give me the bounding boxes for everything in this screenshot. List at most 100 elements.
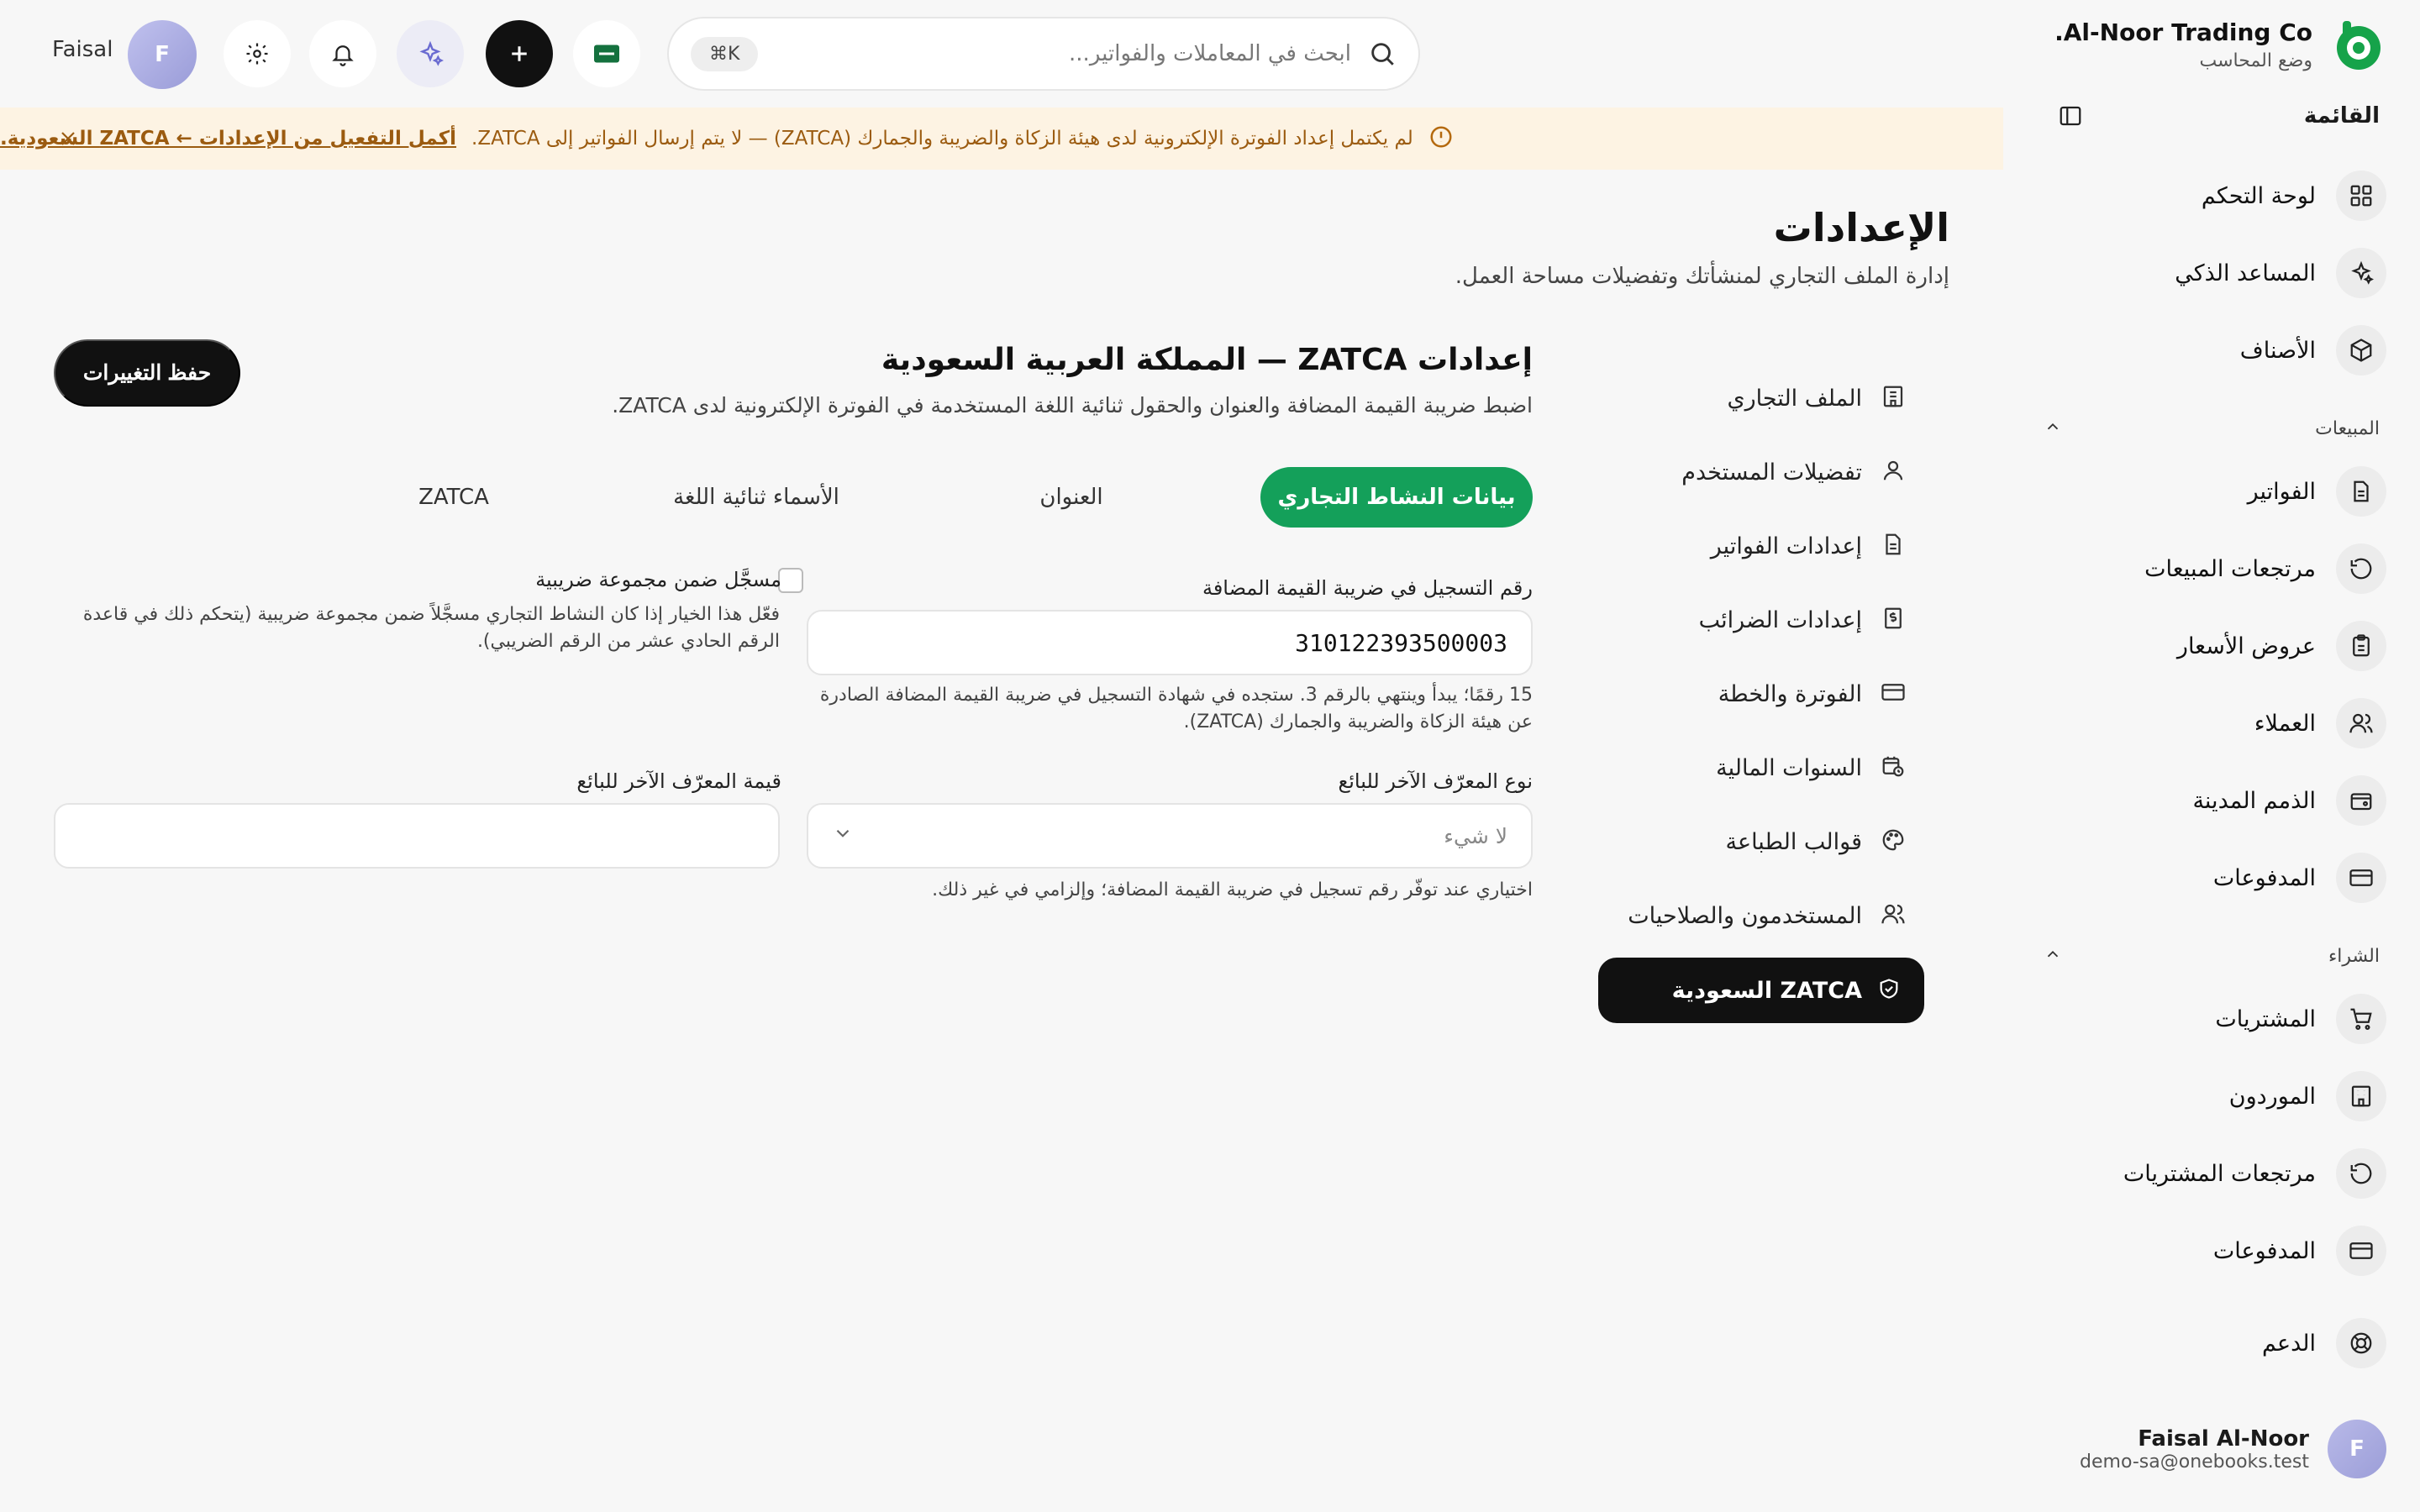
gear-icon [246, 43, 268, 65]
settings-nav-users-permissions[interactable]: المستخدمون والصلاحيات [1628, 882, 1906, 949]
tax-group-label: مسجَّل ضمن مجموعة ضريبية [535, 568, 781, 591]
tab-business-info[interactable]: بيانات النشاط التجاري [1260, 467, 1533, 528]
settings-nav-fiscal-years[interactable]: السنوات المالية [1716, 734, 1906, 801]
settings-nav-billing-plan[interactable]: الفوترة والخطة [1718, 660, 1906, 727]
sidebar-item-label: العملاء [2254, 710, 2316, 737]
user-icon [1881, 458, 1906, 486]
other-id-value-input[interactable] [54, 803, 780, 869]
sidebar-item-label: الفواتير [2247, 478, 2316, 505]
settings-button[interactable] [224, 20, 291, 87]
sparkles-icon [419, 40, 444, 66]
company-mode: وضع المحاسب [2199, 50, 2312, 71]
banknote-icon [594, 45, 619, 63]
sales-section-header[interactable]: المبيعات [2044, 412, 2380, 445]
save-changes-button[interactable]: حفظ التغييرات [54, 339, 240, 407]
tab-bilingual-names[interactable]: الأسماء ثنائية اللغة [630, 467, 882, 528]
sales-section-label: المبيعات [2315, 417, 2380, 439]
file-text-icon [1881, 532, 1906, 560]
ai-assistant-button[interactable] [397, 20, 464, 87]
sidebar-item-support[interactable]: الدعم [2262, 1313, 2386, 1373]
sidebar-item-purchase-returns[interactable]: مرتجعات المشتريات [2123, 1143, 2386, 1204]
sidebar-item-label: المشتريات [2215, 1005, 2316, 1032]
life-buoy-icon [2336, 1318, 2386, 1368]
sidebar-item-label: الدعم [2262, 1330, 2316, 1357]
sidebar-item-ai-assistant[interactable]: المساعد الذكي [2175, 243, 2386, 303]
sidebar-item-label: لوحة التحكم [2201, 182, 2316, 209]
grid-icon [2336, 171, 2386, 221]
sidebar: Al-Noor Trading Co. وضع المحاسب القائمة … [2003, 0, 2420, 1512]
company-name: Al-Noor Trading Co. [2054, 18, 2312, 46]
box-icon [2336, 325, 2386, 375]
settings-nav-label: ZATCA السعودية [1671, 977, 1862, 1004]
search-icon [1368, 39, 1397, 68]
top-user-name: Faisal [52, 37, 113, 62]
vat-number-label: رقم التسجيل في ضريبة القيمة المضافة [1202, 576, 1533, 600]
sidebar-item-items[interactable]: الأصناف [2240, 320, 2386, 381]
sidebar-item-label: المساعد الذكي [2175, 260, 2316, 286]
tab-address[interactable]: العنوان [958, 467, 1185, 528]
users-icon [1881, 901, 1906, 930]
sidebar-item-receivables[interactable]: الذمم المدينة [2192, 770, 2386, 831]
tax-group-help: فعّل هذا الخيار إذا كان النشاط التجاري م… [82, 604, 780, 652]
sidebar-item-sales-payments[interactable]: المدفوعات [2213, 848, 2386, 908]
settings-nav-zatca[interactable]: ZATCA السعودية [1598, 958, 1924, 1023]
settings-nav-invoice-settings[interactable]: إعدادات الفواتير [1711, 512, 1906, 580]
sidebar-item-sales-returns[interactable]: مرتجعات المبيعات [2144, 538, 2386, 599]
sparkles-icon [2336, 248, 2386, 298]
sidebar-item-suppliers[interactable]: الموردون [2229, 1066, 2386, 1126]
cash-register-button[interactable] [573, 20, 640, 87]
chevron-up-icon[interactable] [2044, 417, 2062, 439]
rotate-ccw-icon [2336, 543, 2386, 594]
plus-icon [512, 46, 527, 61]
settings-nav-business-profile[interactable]: الملف التجاري [1727, 365, 1906, 432]
avatar: F [2328, 1420, 2386, 1478]
credit-card-icon [1881, 680, 1906, 708]
sidebar-item-purchase-payments[interactable]: المدفوعات [2213, 1221, 2386, 1281]
sidebar-item-purchases[interactable]: المشتريات [2215, 989, 2386, 1049]
banner-message: لم يكتمل إعداد الفوترة الإلكترونية لدى ه… [471, 128, 1413, 150]
menu-label: القائمة [2303, 103, 2380, 129]
settings-nav-tax-settings[interactable]: إعدادات الضرائب [1699, 586, 1906, 654]
create-new-button[interactable] [486, 20, 553, 87]
menu-header: القائمة [2054, 99, 2380, 133]
building-icon [2336, 1071, 2386, 1121]
settings-nav-print-templates[interactable]: قوالب الطباعة [1725, 808, 1906, 875]
clipboard-icon [2336, 621, 2386, 671]
sidebar-item-quotes[interactable]: عروض الأسعار [2177, 616, 2386, 676]
sidebar-item-label: الموردون [2228, 1083, 2316, 1110]
purchase-section-header[interactable]: الشراء [2044, 939, 2380, 973]
other-id-type-label: نوع المعرّف الآخر للبائع [1338, 769, 1533, 793]
sidebar-item-label: عروض الأسعار [2176, 633, 2316, 659]
other-id-type-value: لا شيء [1444, 823, 1507, 848]
top-avatar[interactable]: F [128, 20, 197, 89]
chevron-up-icon[interactable] [2044, 945, 2062, 967]
brand[interactable]: Al-Noor Trading Co. وضع المحاسب [2054, 17, 2386, 74]
building-icon [1881, 384, 1906, 412]
sidebar-item-dashboard[interactable]: لوحة التحكم [2202, 165, 2386, 226]
users-icon [2336, 698, 2386, 748]
notifications-button[interactable] [309, 20, 376, 87]
vat-number-input[interactable]: 310122393500003 [807, 610, 1533, 675]
panel-subtitle: اضبط ضريبة القيمة المضافة والعنوان والحق… [612, 393, 1533, 417]
search-bar[interactable]: ⌘K [667, 17, 1420, 91]
other-id-type-select[interactable]: لا شيء [807, 803, 1533, 869]
tax-group-checkbox[interactable] [778, 568, 803, 593]
sidebar-toggle-icon[interactable] [2054, 99, 2087, 133]
chevron-down-icon [832, 822, 854, 849]
sidebar-user-card[interactable]: F Faisal Al-Noor demo-sa@onebooks.test [2080, 1420, 2386, 1478]
sidebar-item-customers[interactable]: العملاء [2254, 693, 2386, 753]
sidebar-item-invoices[interactable]: الفواتير [2248, 461, 2386, 522]
sidebar-item-label: المدفوعات [2212, 864, 2316, 891]
sidebar-item-label: مرتجعات المبيعات [2144, 555, 2316, 582]
close-icon[interactable] [54, 124, 82, 153]
user-email: demo-sa@onebooks.test [2080, 1451, 2309, 1473]
other-id-value-label: قيمة المعرّف الآخر للبائع [576, 769, 781, 793]
search-shortcut-badge: ⌘K [691, 36, 759, 71]
page-title: الإعدادات [1773, 205, 1949, 250]
purchase-section-label: الشراء [2328, 945, 2380, 967]
settings-nav-user-preferences[interactable]: تفضيلات المستخدم [1681, 438, 1906, 506]
tab-zatca[interactable]: ZATCA [353, 467, 555, 528]
sidebar-item-label: الذمم المدينة [2192, 787, 2316, 814]
settings-nav-label: تفضيلات المستخدم [1681, 459, 1862, 486]
search-input[interactable] [758, 41, 1351, 66]
